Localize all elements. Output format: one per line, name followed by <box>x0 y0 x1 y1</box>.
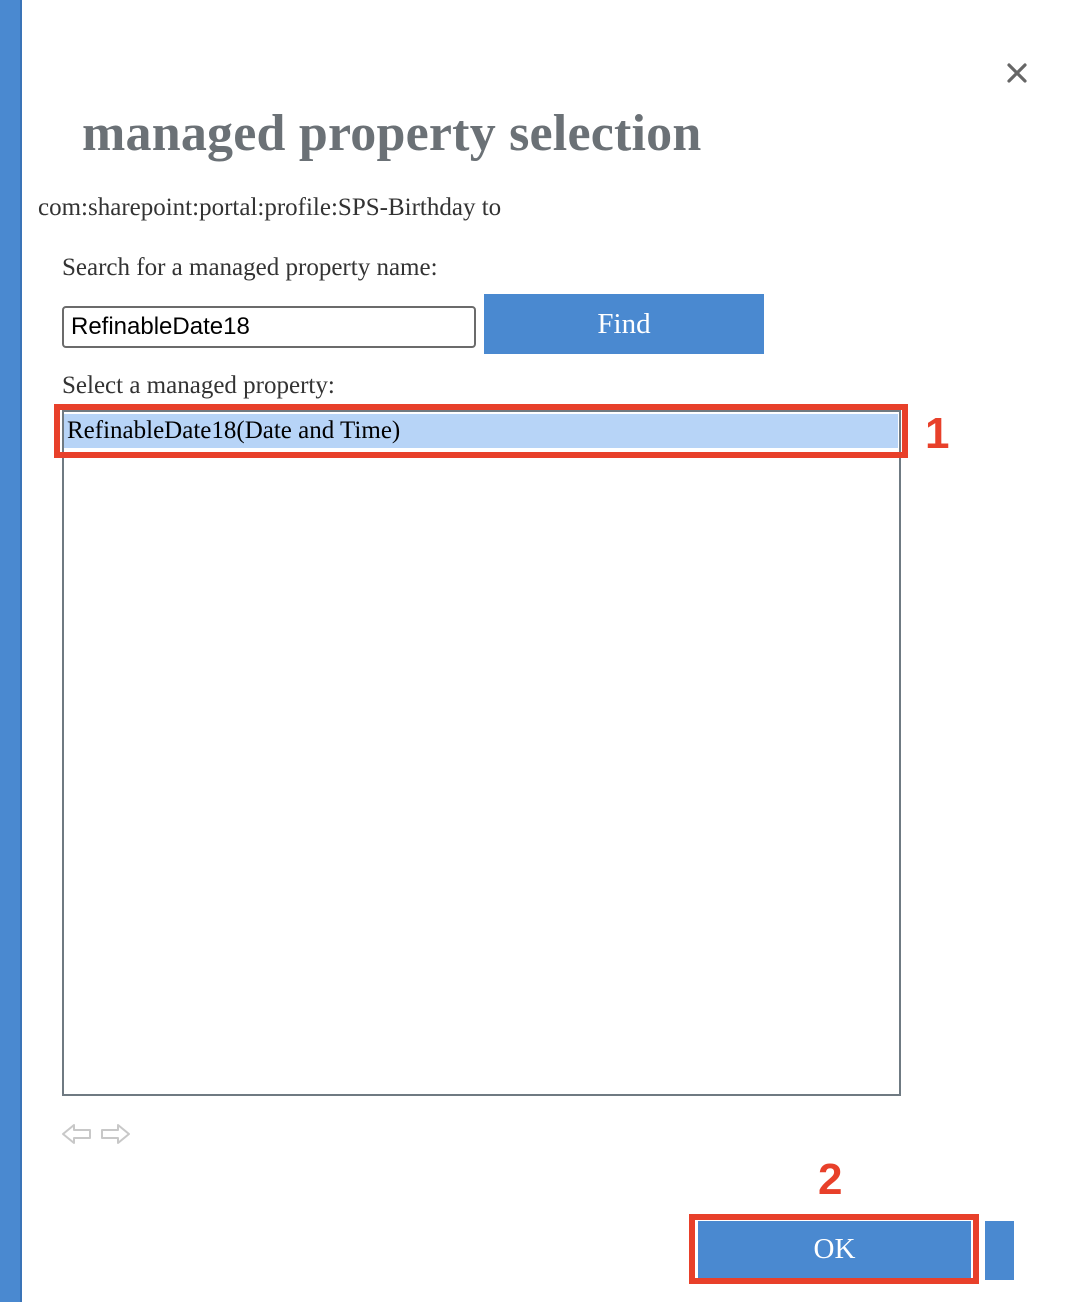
search-input[interactable] <box>62 306 476 348</box>
arrow-right-icon <box>101 1124 130 1144</box>
close-button[interactable] <box>1000 56 1034 90</box>
cancel-button[interactable] <box>985 1221 1014 1280</box>
dialog-title: managed property selection <box>82 105 702 162</box>
managed-property-dialog: managed property selection com:sharepoin… <box>0 0 1086 1302</box>
prev-page-button[interactable] <box>60 1120 94 1148</box>
list-item[interactable]: RefinableDate18(Date and Time) <box>64 414 898 448</box>
pager <box>60 1120 132 1148</box>
search-label: Search for a managed property name: <box>62 254 438 281</box>
left-panel-edge <box>0 0 22 1302</box>
select-label: Select a managed property: <box>62 372 335 399</box>
dialog-subtitle: com:sharepoint:portal:profile:SPS-Birthd… <box>38 194 502 221</box>
next-page-button[interactable] <box>98 1120 132 1148</box>
managed-property-listbox[interactable]: RefinableDate18(Date and Time) <box>62 410 901 1096</box>
annotation-step-2: 2 <box>818 1155 843 1204</box>
find-button[interactable]: Find <box>484 294 764 354</box>
arrow-left-icon <box>62 1124 91 1144</box>
close-icon <box>1007 63 1027 83</box>
ok-button[interactable]: OK <box>698 1221 971 1278</box>
annotation-step-1: 1 <box>925 409 950 458</box>
